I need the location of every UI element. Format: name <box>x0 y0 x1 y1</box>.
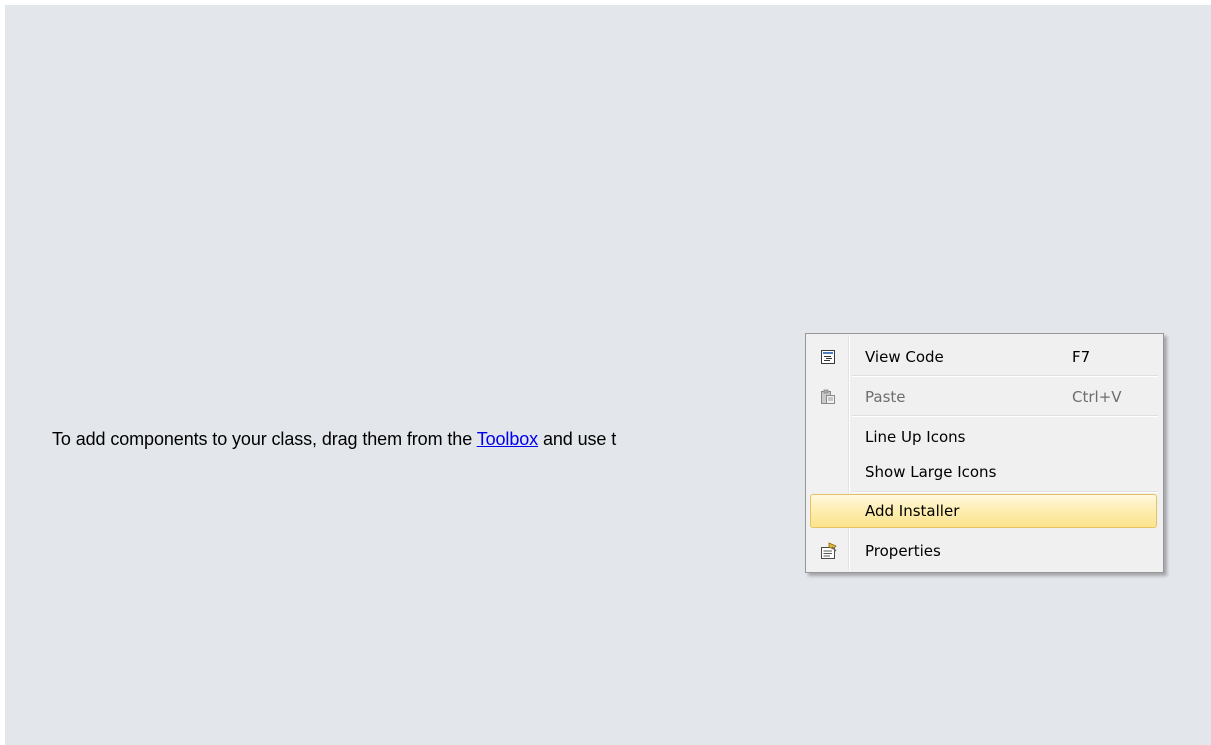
toolbox-link[interactable]: Toolbox <box>477 429 538 449</box>
menu-item-line-up-icons[interactable]: Line Up Icons <box>808 420 1159 454</box>
menu-item-add-installer[interactable]: Add Installer <box>810 494 1157 528</box>
menu-item-label: Paste <box>865 388 906 406</box>
menu-item-properties[interactable]: Properties <box>808 534 1159 568</box>
menu-separator <box>852 375 1158 377</box>
menu-item-label: Line Up Icons <box>865 428 966 446</box>
menu-item-label: Show Large Icons <box>865 463 997 481</box>
hint-prefix: To add components to your class, drag th… <box>52 429 477 449</box>
menu-item-paste[interactable]: Paste Ctrl+V <box>808 380 1159 414</box>
menu-item-shortcut: Ctrl+V <box>1072 388 1122 406</box>
menu-item-view-code[interactable]: View Code F7 <box>808 340 1159 374</box>
menu-separator <box>852 415 1158 417</box>
paste-icon <box>820 389 836 405</box>
menu-item-label: Add Installer <box>865 502 960 520</box>
context-menu: View Code F7 Paste Ctrl+V Line Up Icons … <box>805 333 1164 573</box>
hint-middle: and use t <box>538 429 617 449</box>
menu-item-show-large-icons[interactable]: Show Large Icons <box>808 455 1159 489</box>
menu-item-label: Properties <box>865 542 941 560</box>
menu-item-shortcut: F7 <box>1072 348 1091 366</box>
menu-item-label: View Code <box>865 348 944 366</box>
view-code-icon <box>820 349 836 365</box>
menu-separator <box>852 491 1158 493</box>
properties-icon <box>820 542 837 559</box>
